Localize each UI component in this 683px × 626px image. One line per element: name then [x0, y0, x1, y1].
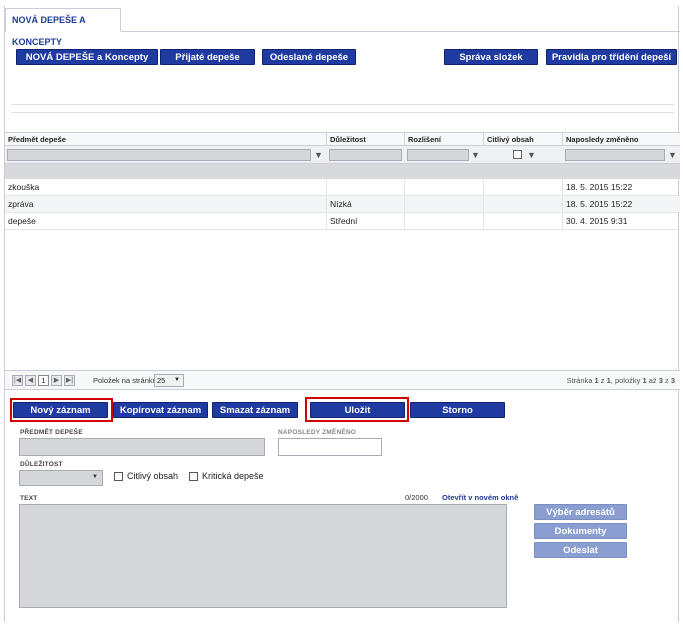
grid-pager: |◀ ◀ 1 ▶ ▶| Položek na stránku 25 ▼ Strá… — [5, 370, 680, 390]
cell-sensitive — [484, 196, 563, 213]
grid-group-band — [5, 164, 680, 179]
per-page-value: 25 — [157, 376, 166, 385]
sent-button[interactable]: Odeslané depeše — [262, 49, 356, 65]
cell-resolution — [405, 213, 484, 230]
sensitive-label: Citlivý obsah — [127, 471, 179, 481]
divider — [11, 104, 674, 105]
cell-importance — [327, 179, 405, 196]
cancel-button[interactable]: Storno — [410, 402, 505, 418]
highlight-frame — [305, 397, 409, 422]
cell-modified: 18. 5. 2015 15:22 — [566, 182, 633, 192]
last-modified-field — [278, 438, 382, 456]
last-modified-label: NAPOSLEDY ZMĚNĚNO — [278, 429, 357, 436]
new-and-drafts-button[interactable]: NOVÁ DEPEŠE a Koncepty — [16, 49, 158, 65]
filter-resolution-input[interactable] — [407, 149, 469, 161]
filter-modified-input[interactable] — [565, 149, 665, 161]
grid-header: Předmět depeše Důležitost Rozlišení Citl… — [5, 132, 680, 146]
filter-icon[interactable]: ▼ — [314, 150, 323, 160]
grid-filter-row: ▼ ▼ ▼ ▼ — [5, 146, 680, 164]
chevron-down-icon: ▼ — [92, 474, 98, 480]
message-text-area[interactable] — [19, 504, 507, 608]
column-header-resolution[interactable]: Rozlišení — [405, 133, 484, 146]
highlight-frame — [10, 398, 113, 422]
column-header-modified[interactable]: Naposledy změněno — [563, 133, 680, 146]
main-panel: NOVÁ DEPEŠE A KONCEPTY NOVÁ DEPEŠE a Kon… — [4, 6, 680, 622]
delete-record-button[interactable]: Smazat záznam — [212, 402, 298, 418]
filter-subject-input[interactable] — [7, 149, 311, 161]
select-recipients-button[interactable]: Výběr adresátů — [534, 504, 627, 520]
filter-importance-input[interactable] — [329, 149, 402, 161]
folders-button[interactable]: Správa složek — [444, 49, 538, 65]
per-page-select[interactable]: 25 ▼ — [154, 374, 184, 387]
cell-resolution — [405, 179, 484, 196]
send-button[interactable]: Odeslat — [534, 542, 627, 558]
last-page-icon[interactable]: ▶| — [64, 375, 75, 386]
critical-label: Kritická depeše — [202, 471, 264, 481]
tab-strip: NOVÁ DEPEŠE A KONCEPTY — [5, 6, 680, 47]
text-label: TEXT — [20, 495, 38, 502]
cell-subject: depeše — [5, 213, 327, 230]
cell-importance: Nízká — [327, 196, 405, 213]
importance-label: DŮLEŽITOST — [20, 461, 63, 468]
importance-select[interactable]: ▼ — [19, 470, 103, 486]
sorting-rules-button[interactable]: Pravidla pro třídění depeší — [546, 49, 677, 65]
table-row[interactable]: zpráva Nízká 18. 5. 2015 15:22 — [5, 196, 680, 213]
cell-importance: Střední — [327, 213, 405, 230]
table-row[interactable]: zkouška 18. 5. 2015 15:22 — [5, 179, 680, 196]
char-counter: 0/2000 — [405, 493, 428, 502]
open-new-window-link[interactable]: Otevřít v novém okně — [442, 493, 518, 502]
subject-input[interactable] — [19, 438, 265, 456]
cell-sensitive — [484, 179, 563, 196]
filter-icon[interactable]: ▼ — [668, 150, 677, 160]
cell-modified: 30. 4. 2015 9:31 — [566, 216, 628, 226]
first-page-icon[interactable]: |◀ — [12, 375, 23, 386]
cell-sensitive — [484, 213, 563, 230]
column-header-sensitive[interactable]: Citlivý obsah — [484, 133, 563, 146]
documents-button[interactable]: Dokumenty — [534, 523, 627, 539]
tab-new-and-drafts[interactable]: NOVÁ DEPEŠE A KONCEPTY — [5, 8, 121, 47]
cell-resolution — [405, 196, 484, 213]
cell-modified: 18. 5. 2015 15:22 — [566, 199, 633, 209]
filter-icon[interactable]: ▼ — [471, 150, 480, 160]
copy-record-button[interactable]: Kopírovat záznam — [113, 402, 208, 418]
pager-info: Stránka 1 z 1, položky 1 až 3 z 3 — [566, 376, 675, 385]
cell-subject: zpráva — [5, 196, 327, 213]
filter-sensitive-checkbox[interactable] — [513, 150, 522, 159]
per-page-label: Položek na stránku — [93, 376, 157, 385]
column-header-importance[interactable]: Důležitost — [327, 133, 405, 146]
column-header-subject[interactable]: Předmět depeše — [5, 133, 327, 146]
next-page-icon[interactable]: ▶ — [51, 375, 62, 386]
subject-label: PŘEDMĚT DEPEŠE — [20, 429, 83, 436]
table-row[interactable]: depeše Střední 30. 4. 2015 9:31 — [5, 213, 680, 230]
critical-checkbox[interactable] — [189, 472, 198, 481]
chevron-down-icon: ▼ — [174, 377, 180, 383]
page-number-input[interactable]: 1 — [38, 375, 49, 386]
received-button[interactable]: Přijaté depeše — [160, 49, 255, 65]
prev-page-icon[interactable]: ◀ — [25, 375, 36, 386]
divider — [11, 112, 674, 113]
cell-subject: zkouška — [5, 179, 327, 196]
filter-icon[interactable]: ▼ — [527, 150, 536, 160]
sensitive-checkbox[interactable] — [114, 472, 123, 481]
